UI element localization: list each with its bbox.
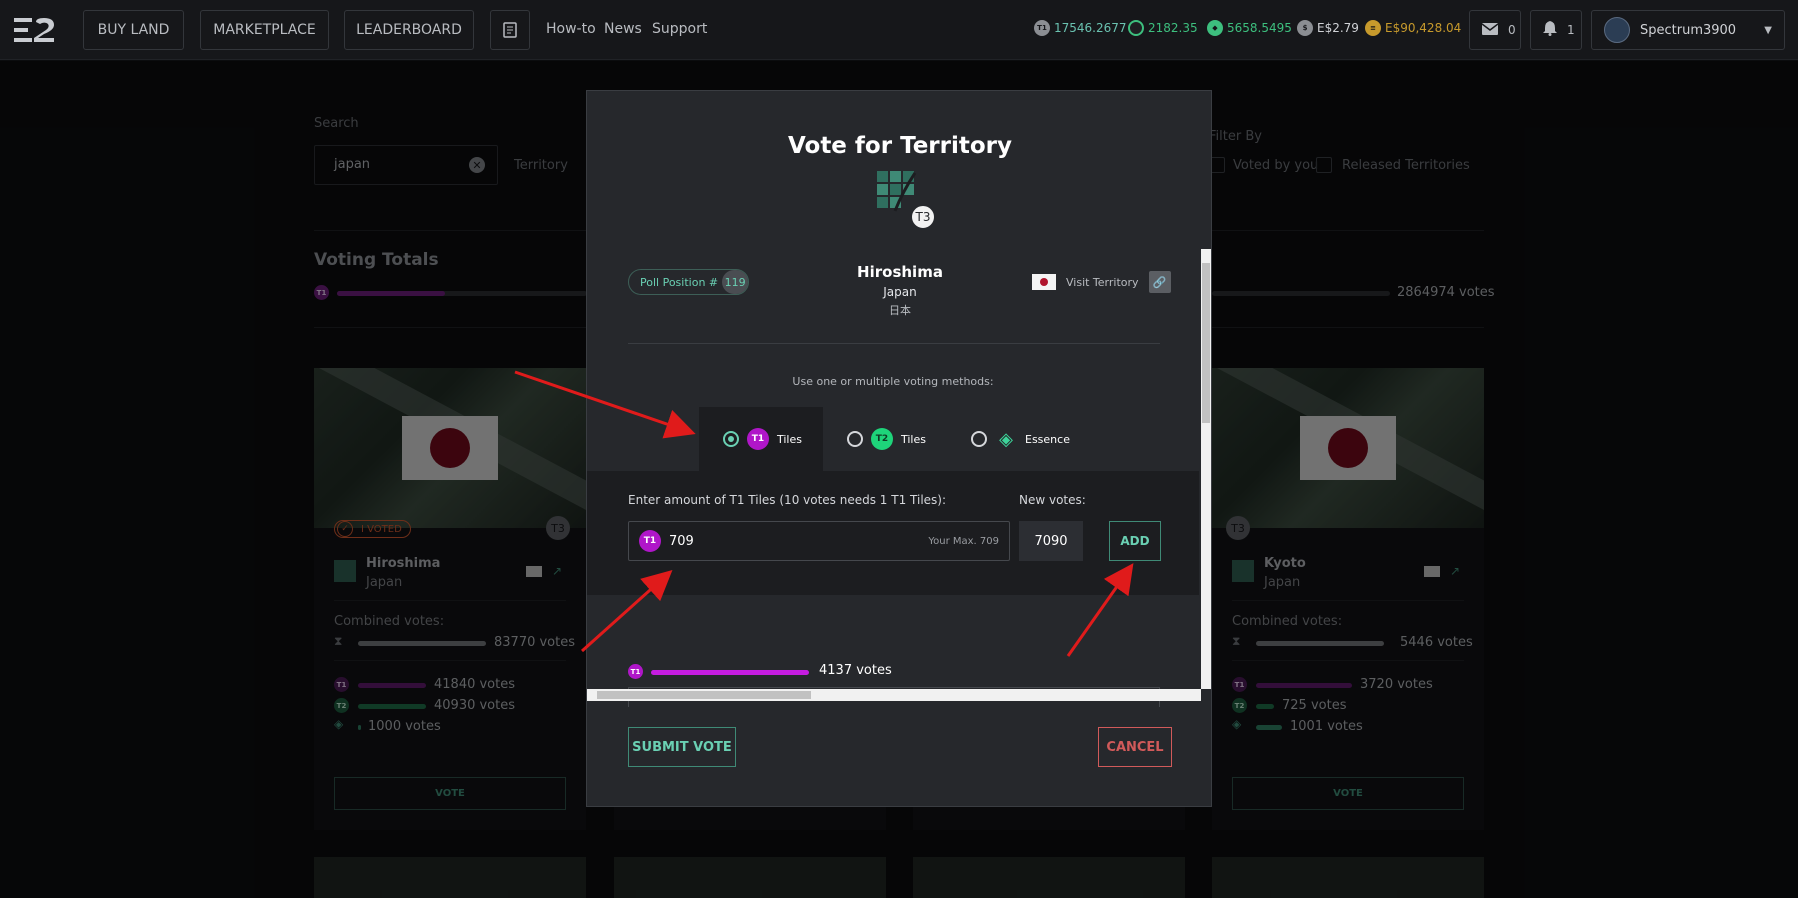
submit-vote-button[interactable]: SUBMIT VOTE: [628, 727, 736, 767]
radio-selected[interactable]: [723, 431, 739, 447]
scroll-thumb[interactable]: [597, 691, 811, 699]
territory-country-native: 日本: [889, 304, 911, 317]
earth2-logo[interactable]: [14, 18, 56, 42]
horizontal-scrollbar[interactable]: [587, 689, 1201, 701]
visit-territory[interactable]: Visit Territory 🔗: [1032, 271, 1171, 293]
t2-balance[interactable]: 2182.35: [1128, 20, 1198, 36]
top-navigation-bar: BUY LAND MARKETPLACE LEADERBOARD How-to …: [0, 0, 1798, 60]
username: Spectrum3900: [1640, 22, 1737, 38]
t1-amount-input[interactable]: T1 709 Your Max. 709: [628, 521, 1010, 561]
radio-unselected[interactable]: [847, 431, 863, 447]
gold-coin-icon: ≡: [1365, 20, 1381, 36]
tier-badge: T3: [910, 204, 936, 230]
visit-territory-label: Visit Territory: [1066, 275, 1139, 289]
avatar: [1604, 17, 1630, 43]
radio-unselected[interactable]: [971, 431, 987, 447]
notification-count: 1: [1567, 23, 1575, 37]
leaderboard-button[interactable]: LEADERBOARD: [344, 10, 474, 50]
tab-label: Essence: [1025, 432, 1070, 446]
t2-balance-value: 2182.35: [1148, 21, 1198, 35]
dollar-icon: $: [1297, 20, 1313, 36]
vote-modal: Vote for Territory T3 Poll Position # 11…: [586, 90, 1212, 807]
vertical-scrollbar[interactable]: [1201, 249, 1211, 689]
tab-label: Tiles: [777, 432, 802, 446]
user-menu[interactable]: Spectrum3900 ▼: [1591, 10, 1785, 50]
gold-balance-value: E$90,428.04: [1385, 21, 1462, 35]
document-icon[interactable]: [490, 10, 530, 50]
t1-dot-icon: T1: [628, 664, 643, 679]
tab-label: Tiles: [901, 432, 926, 446]
messages-button[interactable]: 0: [1469, 10, 1521, 50]
link-icon[interactable]: 🔗: [1148, 271, 1171, 293]
tab-t1-tiles[interactable]: T1 Tiles: [699, 407, 823, 471]
news-link[interactable]: News: [604, 21, 642, 37]
t1-token-icon: T1: [639, 530, 661, 552]
mail-icon: [1481, 22, 1499, 38]
scroll-thumb[interactable]: [1202, 263, 1210, 423]
modal-scroll-area[interactable]: Poll Position # 119 Hiroshima Japan 日本 V…: [587, 249, 1199, 783]
t1-votes-total: 4137 votes: [819, 663, 892, 678]
tab-t2-tiles[interactable]: T2 Tiles: [823, 407, 947, 471]
voting-methods-hint: Use one or multiple voting methods:: [792, 375, 994, 388]
support-link[interactable]: Support: [652, 21, 707, 37]
divider: [628, 343, 1160, 344]
amount-value: 709: [669, 533, 694, 549]
marketplace-button[interactable]: MARKETPLACE: [200, 10, 329, 50]
cash-balance[interactable]: $ E$2.79: [1297, 20, 1359, 36]
modal-title: Vote for Territory: [787, 133, 1013, 159]
max-amount-label: Your Max. 709: [928, 535, 999, 547]
gold-balance[interactable]: ≡ E$90,428.04: [1365, 20, 1461, 36]
essence-icon: ◈: [999, 428, 1013, 450]
add-button[interactable]: ADD: [1109, 521, 1161, 561]
essence-balance[interactable]: ◆ 5658.5495: [1207, 20, 1292, 36]
amount-label: Enter amount of T1 Tiles (10 votes needs…: [628, 493, 947, 507]
japan-flag-icon: [1032, 274, 1056, 290]
t1-tile-icon: T1: [1034, 20, 1050, 36]
bell-icon: [1543, 21, 1557, 39]
notifications-button[interactable]: 1: [1530, 10, 1582, 50]
essence-icon: ◆: [1207, 20, 1223, 36]
cancel-button[interactable]: CANCEL: [1098, 727, 1172, 767]
t1-balance-value: 17546.2677: [1054, 21, 1127, 35]
new-votes-value: 7090: [1019, 521, 1083, 561]
tab-essence[interactable]: ◈ Essence: [947, 407, 1087, 471]
how-to-link[interactable]: How-to: [546, 21, 596, 37]
buy-land-button[interactable]: BUY LAND: [83, 10, 184, 50]
vote-input-panel: Enter amount of T1 Tiles (10 votes needs…: [587, 471, 1199, 595]
cash-balance-value: E$2.79: [1317, 21, 1359, 35]
t2-tile-icon: [1128, 20, 1144, 36]
mail-count: 0: [1508, 23, 1516, 37]
t2-token-icon: T2: [871, 428, 893, 450]
chevron-down-icon: ▼: [1764, 24, 1772, 36]
t1-votes-bar: [651, 670, 809, 675]
essence-balance-value: 5658.5495: [1227, 21, 1292, 35]
t1-token-icon: T1: [747, 428, 769, 450]
t1-balance[interactable]: T1 17546.2677: [1034, 20, 1127, 36]
new-votes-label: New votes:: [1019, 493, 1086, 507]
